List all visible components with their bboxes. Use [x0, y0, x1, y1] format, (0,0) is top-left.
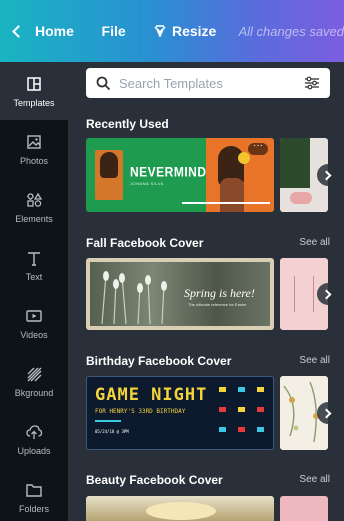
flower-icon — [238, 152, 250, 164]
template-beauty-2[interactable] — [280, 496, 328, 521]
sidebar-item-text[interactable]: Text — [0, 236, 68, 294]
templates-icon — [27, 76, 41, 91]
recent-2-accent — [290, 192, 312, 204]
space-invaders-icon — [219, 387, 264, 432]
spring-sub: The ultimate reference for Easter — [188, 302, 247, 307]
neverminder-sub: JOHANA SILVA — [130, 181, 164, 186]
search-input[interactable] — [119, 75, 304, 91]
sidebar-item-label: Folders — [18, 503, 49, 514]
file-label: File — [101, 23, 126, 39]
section-title-beauty-facebook-cover: Beauty Facebook Cover — [86, 473, 223, 487]
template-neverminder[interactable]: NEVERMINDER JOHANA SILVA ··· — [86, 138, 274, 212]
filter-icon[interactable] — [304, 76, 320, 90]
background-icon — [27, 367, 42, 381]
sidebar-item-label: Videos — [20, 329, 48, 340]
neverminder-rule — [182, 202, 270, 204]
sidebar-item-folders[interactable]: Folders — [0, 468, 68, 521]
section-title-birthday-facebook-cover: Birthday Facebook Cover — [86, 354, 232, 368]
section-title-recently-used: Recently Used — [86, 117, 169, 131]
game-night-date: 05/24/18 @ 3PM — [95, 429, 129, 434]
search-bar — [86, 68, 330, 98]
neverminder-hair-left — [100, 152, 118, 178]
templates-panel: Recently Used NEVERMINDER JOHANA SILVA ·… — [68, 62, 344, 521]
section-title-fall-facebook-cover: Fall Facebook Cover — [86, 236, 204, 250]
recent-2-foliage — [280, 138, 310, 188]
sidebar-item-uploads[interactable]: Uploads — [0, 410, 68, 468]
spring-headline: Spring is here! — [184, 286, 255, 300]
template-beauty-1[interactable] — [86, 496, 274, 521]
sidebar-item-label: Elements — [15, 213, 53, 224]
see-all-link-fall[interactable]: See all — [299, 237, 330, 248]
sidebar-item-templates[interactable]: Templates — [0, 62, 68, 120]
save-status: All changes saved — [238, 23, 344, 39]
sidebar-item-label: Bkground — [14, 387, 54, 398]
side-rail: Templates Photos Elements Text Videos Bk… — [0, 62, 68, 521]
sidebar-item-label: Text — [25, 271, 43, 282]
see-all-link-beauty[interactable]: See all — [299, 474, 330, 485]
search-icon — [96, 76, 111, 90]
sidebar-item-videos[interactable]: Videos — [0, 294, 68, 352]
sidebar-item-elements[interactable]: Elements — [0, 178, 68, 236]
home-button[interactable]: Home — [0, 0, 88, 62]
top-bar: Home File Resize All changes saved — [0, 0, 344, 62]
sidebar-item-photos[interactable]: Photos — [0, 120, 68, 178]
see-all-link-birthday[interactable]: See all — [299, 355, 330, 366]
birthday-next-button[interactable] — [317, 402, 339, 424]
chevron-left-icon — [12, 24, 25, 38]
snowdrops-illustration — [101, 271, 167, 324]
uploads-icon — [26, 424, 43, 439]
game-night-sub: FOR HENRY'S 33RD BIRTHDAY — [95, 408, 186, 415]
chevron-right-icon — [321, 289, 332, 299]
fall-2-decoration — [294, 276, 314, 312]
fall-next-button[interactable] — [317, 283, 339, 305]
photos-icon — [27, 134, 41, 149]
game-night-rule — [95, 420, 121, 422]
videos-icon — [26, 309, 42, 322]
resize-button[interactable]: Resize — [142, 0, 239, 62]
template-game-night[interactable]: GAME NIGHT FOR HENRY'S 33RD BIRTHDAY 05/… — [86, 376, 274, 450]
sidebar-item-background[interactable]: Bkground — [0, 352, 68, 410]
beauty-1-sunburst — [146, 502, 216, 520]
home-label: Home — [35, 23, 74, 39]
game-night-headline: GAME NIGHT — [95, 385, 208, 405]
text-icon — [28, 251, 40, 266]
folders-icon — [26, 483, 42, 497]
more-options-button[interactable]: ··· — [248, 141, 268, 155]
chevron-right-icon — [321, 408, 332, 418]
resize-label: Resize — [171, 23, 217, 39]
recent-next-button[interactable] — [317, 164, 339, 186]
neverminder-figure — [220, 178, 244, 212]
template-spring-is-here[interactable]: Spring is here! The ultimate reference f… — [86, 258, 274, 330]
file-menu-button[interactable]: File — [88, 0, 142, 62]
resize-icon — [154, 25, 166, 37]
sidebar-item-label: Templates — [13, 97, 55, 108]
chevron-right-icon — [321, 170, 332, 180]
sidebar-item-label: Photos — [19, 155, 49, 166]
sidebar-item-label: Uploads — [17, 445, 51, 456]
elements-icon — [27, 192, 43, 207]
